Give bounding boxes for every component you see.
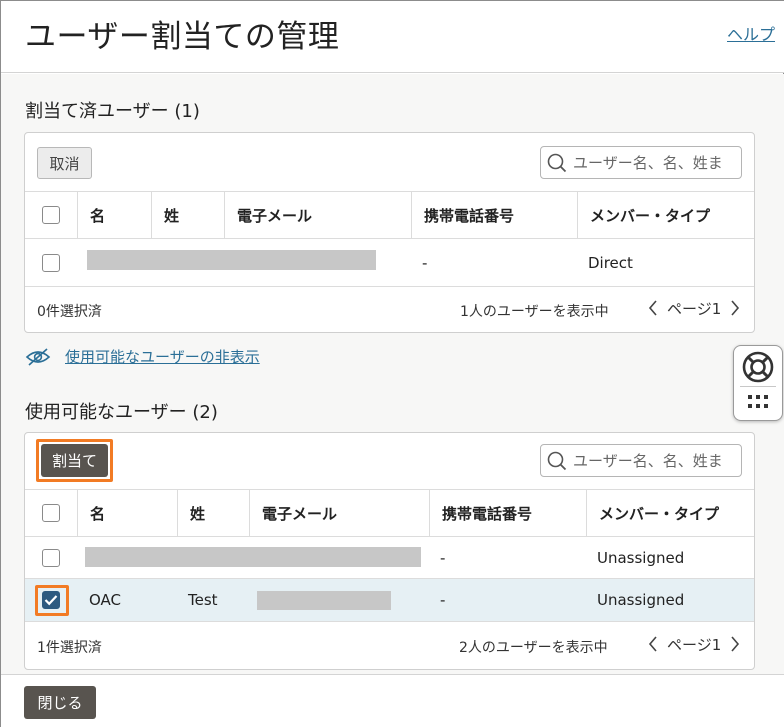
page-title: ユーザー割当ての管理 [25, 19, 340, 55]
assign-button[interactable]: 割当て [41, 444, 108, 477]
column-header-member-type[interactable]: メンバー・タイプ [577, 192, 754, 238]
close-button[interactable]: 閉じる [24, 686, 96, 719]
first-name-cell: OAC [89, 591, 122, 609]
column-header-email[interactable]: 電子メール [224, 192, 411, 238]
checkmark-icon [44, 595, 58, 606]
dialog-header: ユーザー割当ての管理 ヘルプ [1, 1, 784, 73]
dialog-frame: ユーザー割当ての管理 ヘルプ 割当て済ユーザー (1) 取消 名 姓 電子メール… [0, 0, 784, 727]
row-checkbox[interactable] [42, 548, 60, 567]
row-checkbox[interactable] [42, 253, 60, 272]
column-header-first-name[interactable]: 名 [77, 192, 151, 238]
column-header-first-name[interactable]: 名 [77, 490, 177, 536]
help-link[interactable]: ヘルプ [727, 21, 775, 45]
lifebuoy-icon[interactable] [741, 351, 775, 383]
redacted-user-details [87, 250, 376, 270]
table-row[interactable]: - Direct [25, 239, 754, 287]
phone-cell: - [440, 548, 446, 567]
member-type-cell: Direct [588, 253, 633, 272]
assigned-users-title: 割当て済ユーザー (1) [25, 101, 200, 122]
floating-help-widget[interactable] [733, 345, 783, 421]
pagination: ページ1 [645, 633, 743, 655]
row-checkbox-checked[interactable] [42, 591, 60, 609]
column-header-last-name[interactable]: 姓 [151, 192, 224, 238]
assigned-select-all-checkbox[interactable] [42, 206, 60, 224]
search-icon [547, 451, 567, 470]
column-header-email[interactable]: 電子メール [249, 490, 429, 536]
dialog-footer: 閉じる [1, 674, 784, 727]
chevron-right-icon[interactable] [727, 297, 743, 319]
chevron-left-icon[interactable] [645, 297, 661, 319]
assigned-search-field[interactable] [540, 146, 742, 179]
available-table-header: 名 姓 電子メール 携帯電話番号 メンバー・タイプ [25, 489, 754, 537]
selected-count: 0件選択済 [37, 304, 102, 320]
grid-icon[interactable] [747, 394, 769, 410]
column-header-phone[interactable]: 携帯電話番号 [411, 192, 577, 238]
table-row[interactable]: - Unassigned [25, 537, 754, 579]
assigned-select-all-cell [25, 192, 77, 238]
chevron-left-icon[interactable] [645, 633, 661, 655]
member-type-cell: Unassigned [597, 591, 685, 609]
search-icon [547, 153, 567, 172]
available-table-footer: 1件選択済 2人のユーザーを表示中 ページ1 [25, 623, 754, 669]
column-header-member-type[interactable]: メンバー・タイプ [586, 490, 754, 536]
remove-assignment-button[interactable]: 取消 [37, 147, 92, 179]
available-search-input[interactable] [573, 451, 741, 470]
member-type-cell: Unassigned [597, 548, 685, 567]
redacted-user-details [85, 547, 421, 567]
available-select-all-cell [25, 490, 77, 536]
page-label: ページ1 [667, 635, 722, 654]
widget-divider [740, 386, 776, 387]
available-users-title: 使用可能なユーザー (2) [25, 402, 218, 423]
assigned-search-input[interactable] [573, 153, 741, 172]
last-name-cell: Test [188, 591, 218, 609]
phone-cell: - [440, 591, 446, 609]
available-users-panel: 割当て 名 姓 電子メール 携帯電話番号 メンバー・タイプ [24, 432, 755, 670]
row-select-cell [42, 239, 60, 286]
column-header-phone[interactable]: 携帯電話番号 [429, 490, 586, 536]
hide-available-users-label[interactable]: 使用可能なユーザーの非表示 [65, 346, 260, 367]
redacted-email [257, 591, 391, 610]
dialog-body: 割当て済ユーザー (1) 取消 名 姓 電子メール 携帯電話番号 メンバー・タイ… [1, 74, 784, 674]
hide-available-users-toggle[interactable]: 使用可能なユーザーの非表示 [25, 346, 260, 367]
available-select-all-checkbox[interactable] [42, 504, 60, 522]
assigned-table-header: 名 姓 電子メール 携帯電話番号 メンバー・タイプ [25, 191, 754, 239]
pagination: ページ1 [645, 297, 743, 319]
assigned-table-footer: 0件選択済 1人のユーザーを表示中 ページ1 [25, 287, 754, 333]
showing-count: 1人のユーザーを表示中 [460, 304, 609, 320]
showing-count: 2人のユーザーを表示中 [459, 640, 608, 656]
phone-cell: - [422, 253, 428, 272]
chevron-right-icon[interactable] [727, 633, 743, 655]
page-label: ページ1 [667, 299, 722, 318]
table-row-selected[interactable]: OAC Test - Unassigned [25, 579, 754, 622]
column-header-last-name[interactable]: 姓 [177, 490, 249, 536]
assigned-users-panel: 取消 名 姓 電子メール 携帯電話番号 メンバー・タイプ [24, 132, 755, 333]
eye-slash-icon [25, 347, 51, 366]
available-search-field[interactable] [540, 444, 742, 477]
row-select-cell [42, 537, 60, 578]
row-select-cell [42, 579, 60, 621]
selected-count: 1件選択済 [37, 640, 102, 656]
